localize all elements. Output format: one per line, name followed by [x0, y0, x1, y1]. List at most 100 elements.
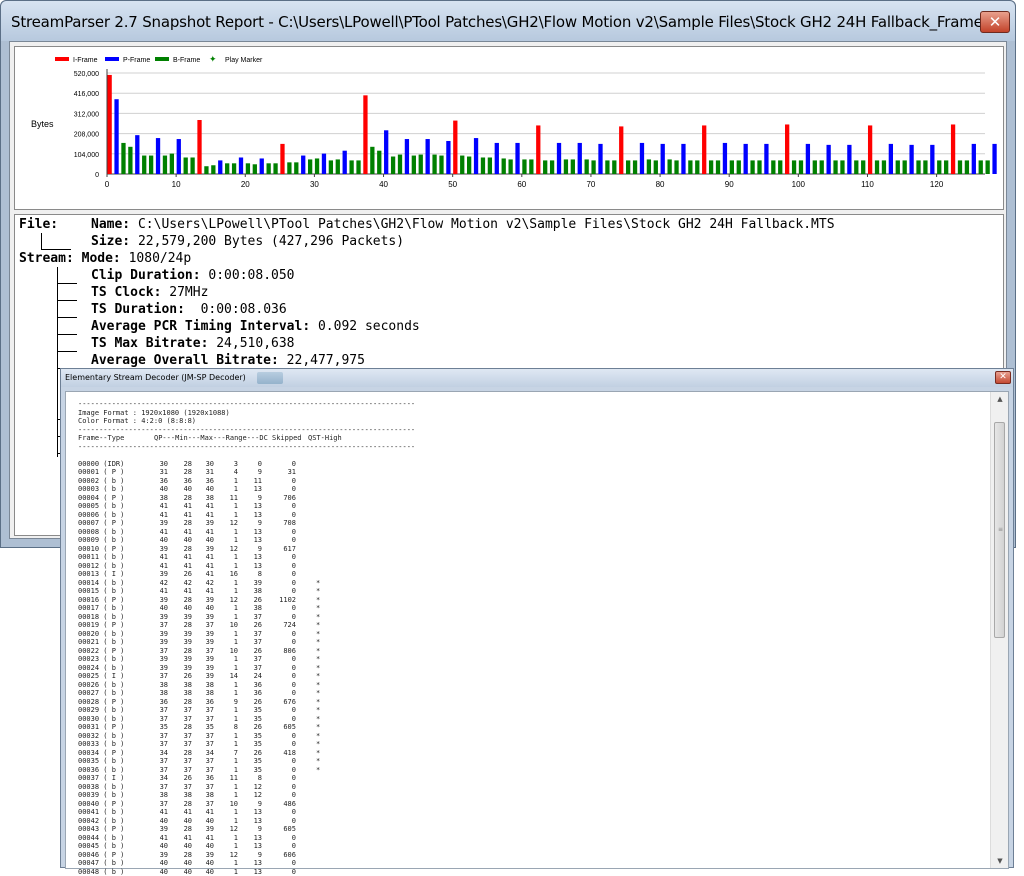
max-cell: 41 — [196, 553, 214, 562]
frame-type-cell: 00041 ( b ) — [78, 808, 124, 817]
dc-cell: 9 — [244, 825, 262, 834]
b-frame-bar — [522, 159, 526, 174]
max-cell: 39 — [196, 519, 214, 528]
ts-duration-row: TS Duration: 0:00:08.036 — [91, 302, 287, 317]
qst-high-cell: * — [316, 740, 320, 749]
p-frame-bar — [992, 144, 996, 174]
min-cell: 28 — [174, 621, 192, 630]
dc-cell: 35 — [244, 740, 262, 749]
skipped-cell: 0 — [274, 570, 296, 579]
qst-high-cell: * — [316, 689, 320, 698]
max-cell: 41 — [196, 570, 214, 579]
qp-cell: 36 — [150, 698, 168, 707]
frame-row: 00023 ( b )3939391370* — [78, 655, 990, 664]
b-frame-bar — [488, 157, 492, 174]
scroll-down-arrow-icon[interactable]: ▼ — [991, 854, 1009, 868]
qp-cell: 39 — [150, 519, 168, 528]
min-cell: 40 — [174, 536, 192, 545]
p-frame-bar — [515, 143, 519, 174]
y-tick-label: 208,000 — [74, 132, 99, 139]
max-cell: 38 — [196, 791, 214, 800]
qp-cell: 37 — [150, 621, 168, 630]
frame-type-cell: 00035 ( b ) — [78, 757, 124, 766]
b-frame-bar — [737, 160, 741, 174]
skipped-cell: 0 — [274, 579, 296, 588]
x-tick-label: 100 — [792, 180, 806, 189]
b-frame-bar — [903, 160, 907, 174]
qst-high-cell: * — [316, 655, 320, 664]
skipped-cell: 0 — [274, 604, 296, 613]
range-cell: 12 — [220, 519, 238, 528]
min-cell: 37 — [174, 715, 192, 724]
legend-label: B-Frame — [173, 57, 200, 64]
qp-cell: 40 — [150, 868, 168, 876]
b-frame-bar — [481, 157, 485, 174]
b-frame-bar — [204, 166, 208, 174]
qp-cell: 41 — [150, 511, 168, 520]
scroll-thumb[interactable]: ≡ — [994, 422, 1005, 638]
frame-row: 00044 ( b )4141411130 — [78, 834, 990, 843]
min-cell: 37 — [174, 757, 192, 766]
qp-cell: 31 — [150, 468, 168, 477]
frame-row: 00045 ( b )4040401130 — [78, 842, 990, 851]
min-cell: 41 — [174, 502, 192, 511]
min-cell: 28 — [174, 519, 192, 528]
close-button[interactable]: ✕ — [980, 11, 1010, 33]
dc-cell: 35 — [244, 706, 262, 715]
skipped-cell: 706 — [274, 494, 296, 503]
max-cell: 38 — [196, 494, 214, 503]
skipped-cell: 0 — [274, 706, 296, 715]
b-frame-bar — [432, 155, 436, 174]
frame-row: 00031 ( P )352835826605* — [78, 723, 990, 732]
title-bar[interactable]: StreamParser 2.7 Snapshot Report - C:\Us… — [1, 1, 1015, 41]
b-frame-bar — [861, 160, 865, 174]
vertical-scrollbar[interactable]: ▲ ≡ ▼ — [990, 392, 1008, 868]
max-cell: 41 — [196, 511, 214, 520]
separator-line: ----------------------------------------… — [78, 443, 990, 452]
qp-cell: 36 — [150, 477, 168, 486]
i-frame-bar — [868, 125, 872, 174]
legend-swatch — [155, 57, 169, 61]
range-cell: 1 — [220, 757, 238, 766]
dc-cell: 26 — [244, 723, 262, 732]
qp-cell: 40 — [150, 536, 168, 545]
max-cell: 41 — [196, 808, 214, 817]
decoder-close-button[interactable]: ✕ — [995, 371, 1011, 384]
dc-cell: 26 — [244, 698, 262, 707]
ts-duration-label: TS Duration: — [91, 302, 185, 317]
dc-cell: 26 — [244, 647, 262, 656]
decoder-output-area[interactable]: ----------------------------------------… — [65, 391, 1009, 869]
qp-cell: 34 — [150, 749, 168, 758]
range-cell: 1 — [220, 706, 238, 715]
dc-cell: 37 — [244, 630, 262, 639]
dc-cell: 9 — [244, 468, 262, 477]
max-cell: 37 — [196, 740, 214, 749]
min-cell: 28 — [174, 545, 192, 554]
size-row: Size: 22,579,200 Bytes (427,296 Packets) — [91, 234, 404, 249]
skipped-cell: 0 — [274, 732, 296, 741]
b-frame-bar — [730, 160, 734, 174]
frame-row: 00029 ( b )3737371350* — [78, 706, 990, 715]
skipped-cell: 0 — [274, 553, 296, 562]
b-frame-bar — [329, 160, 333, 174]
ts-clock-label: TS Clock: — [91, 285, 161, 300]
scroll-up-arrow-icon[interactable]: ▲ — [991, 392, 1009, 406]
x-tick-label: 10 — [172, 180, 181, 189]
decoder-title-bar[interactable]: Elementary Stream Decoder (JM-SP Decoder… — [61, 369, 1013, 387]
dc-cell: 36 — [244, 681, 262, 690]
file-label: File: — [19, 217, 58, 232]
qst-high-cell: * — [316, 587, 320, 596]
dc-cell: 37 — [244, 638, 262, 647]
qst-high-cell: * — [316, 579, 320, 588]
max-cell: 40 — [196, 536, 214, 545]
b-frame-bar — [757, 160, 761, 174]
range-cell: 9 — [220, 698, 238, 707]
skipped-cell: 0 — [274, 672, 296, 681]
qp-cell: 40 — [150, 604, 168, 613]
x-tick-label: 90 — [725, 180, 734, 189]
min-cell: 37 — [174, 783, 192, 792]
p-frame-bar — [847, 145, 851, 174]
max-cell: 36 — [196, 477, 214, 486]
qst-high-cell: * — [316, 647, 320, 656]
max-cell: 40 — [196, 842, 214, 851]
